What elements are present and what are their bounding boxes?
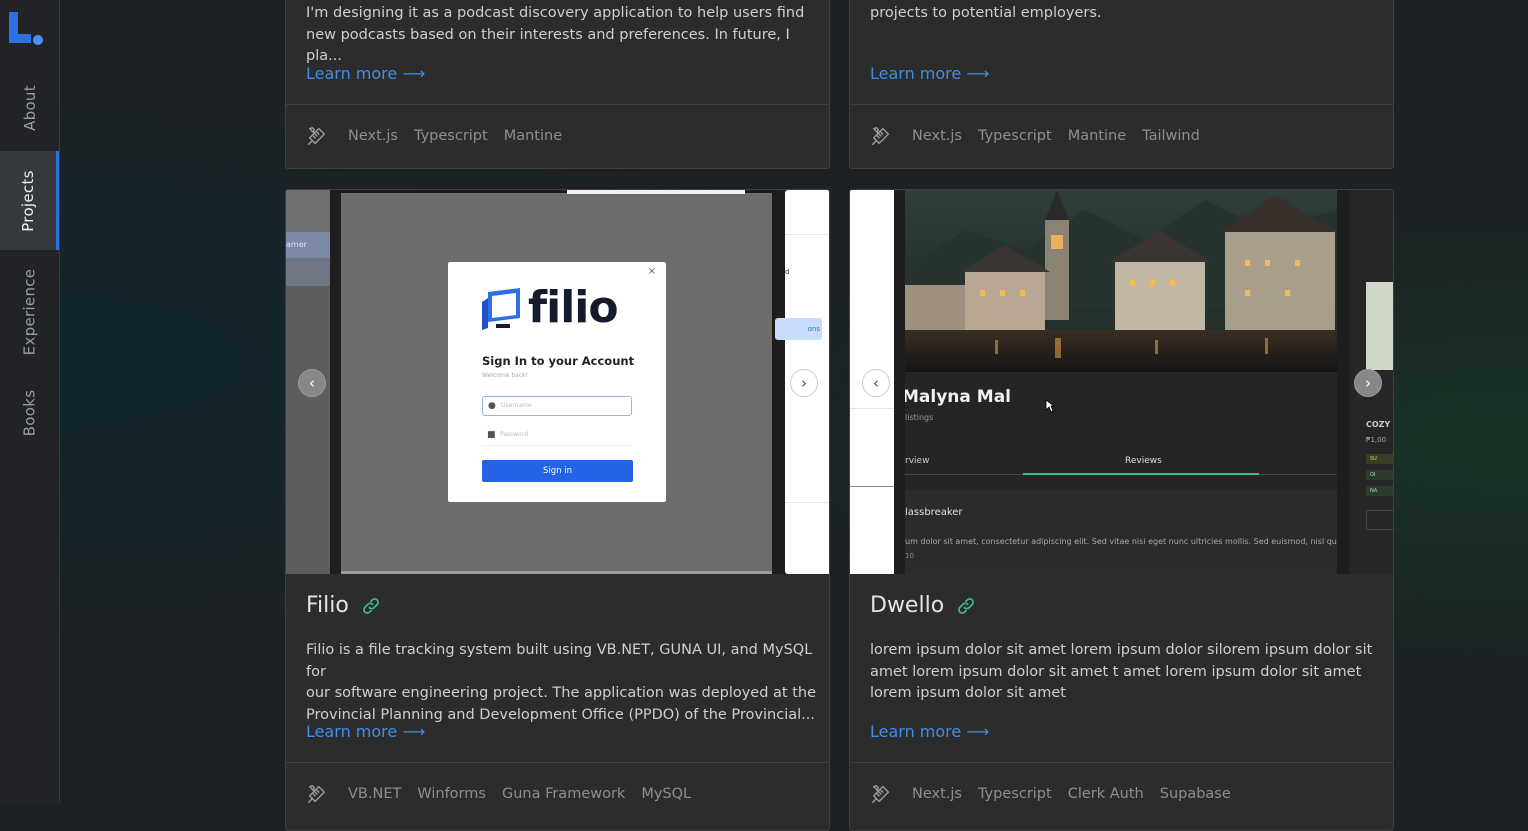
external-link-icon[interactable]	[956, 596, 976, 616]
tech-tag: Typescript	[977, 128, 1052, 144]
review-text: um dolor sit amet, consectetur adipiscin…	[905, 537, 1337, 546]
close-icon: ×	[647, 266, 656, 277]
review-count: 10	[905, 552, 914, 560]
tab-reviews: Reviews	[1125, 456, 1162, 466]
nav-item-projects[interactable]: Projects	[0, 151, 59, 250]
monitor-icon	[482, 288, 520, 330]
peek-tag: NA	[1366, 486, 1393, 496]
carousel-slide-current: Malyna Mal listings rview Reviews lassbr…	[905, 190, 1337, 574]
tech-tags: Next.js Typescript Mantine Tailwind	[870, 125, 1200, 147]
project-title-text: Filio	[306, 593, 349, 618]
project-description-line: I'm designing it as a podcast discovery …	[306, 5, 805, 21]
tech-tag: Next.js	[912, 786, 962, 802]
project-description-line: new podcasts based on their interests an…	[306, 26, 790, 65]
site-logo[interactable]	[9, 12, 45, 46]
reviewer-name: lassbreaker	[905, 507, 963, 518]
divider	[286, 104, 829, 105]
project-title-text: Dwello	[870, 593, 945, 618]
tech-tags: Next.js Typescript Mantine	[306, 125, 562, 147]
town-photo	[905, 190, 1337, 372]
tools-icon	[308, 127, 326, 145]
carousel-slide-current: × filio Sign In to your Account Welcome …	[341, 190, 774, 574]
project-description-line: Filio is a file tracking system built us…	[306, 642, 813, 680]
signin-subheading: Welcome back!	[482, 372, 529, 379]
project-description-line: lorem ipsum dolor sit amet	[870, 685, 1066, 701]
project-title: Dwello	[870, 593, 976, 618]
signin-button-screenshot: Sign in	[482, 460, 633, 482]
screenshot-carousel[interactable]: Malyna Mal listings rview Reviews lassbr…	[850, 190, 1393, 574]
project-description-line: projects to potential employers.	[870, 5, 1102, 21]
tech-tag: Mantine	[1067, 128, 1127, 144]
tech-tag: VB.NET	[348, 786, 402, 802]
user-icon: ●	[488, 401, 496, 411]
tech-tags: VB.NET Winforms Guna Framework MySQL	[306, 783, 691, 805]
project-card-podcast: I'm designing it as a podcast discovery …	[285, 0, 830, 169]
peek-text: COZY	[1366, 420, 1391, 429]
tech-tag: MySQL	[641, 786, 692, 802]
divider	[286, 762, 829, 763]
tools-icon	[308, 785, 326, 803]
learn-more-link[interactable]: Learn more ⟶	[870, 722, 989, 741]
carousel-prev-button[interactable]: ‹	[862, 369, 890, 397]
host-name: Malyna Mal	[905, 387, 1012, 407]
username-field: ● Username	[482, 396, 632, 416]
mouse-cursor-icon	[1045, 399, 1055, 413]
external-link-icon[interactable]	[361, 596, 381, 616]
tech-tag: Typescript	[413, 128, 488, 144]
nav-item-label: Books	[20, 389, 39, 437]
tech-tag: Next.js	[912, 128, 962, 144]
tech-tags: Next.js Typescript Clerk Auth Supabase	[870, 783, 1231, 805]
tools-icon	[872, 785, 890, 803]
nav-item-label: Experience	[20, 268, 39, 356]
learn-more-link[interactable]: Learn more ⟶	[306, 64, 425, 83]
project-description-line: our software engineering project. The ap…	[306, 685, 817, 701]
nav-item-label: Projects	[19, 169, 38, 232]
sidebar: About Projects Experience Books	[0, 0, 60, 803]
project-card-dwello: Malyna Mal listings rview Reviews lassbr…	[849, 189, 1394, 831]
tech-tag: Next.js	[348, 128, 398, 144]
tech-tag: Clerk Auth	[1067, 786, 1144, 802]
peek-text: ₱1,00	[1366, 436, 1387, 444]
carousel-next-button[interactable]: ›	[1354, 369, 1382, 397]
project-description-line: amet lorem ipsum dolor sit amet t amet l…	[870, 663, 1362, 680]
peek-tag: SU	[1366, 454, 1393, 464]
divider	[850, 762, 1393, 763]
filio-logo-text: filio	[528, 282, 619, 333]
carousel-prev-button[interactable]: ‹	[298, 369, 326, 397]
peek-tag: OI	[1366, 470, 1393, 480]
project-title: Filio	[306, 593, 381, 618]
nav-item-experience[interactable]: Experience	[0, 252, 59, 372]
project-card-portfolio: projects to potential employers. Learn m…	[849, 0, 1394, 169]
learn-more-link[interactable]: Learn more ⟶	[306, 722, 425, 741]
peek-text: d	[785, 268, 790, 276]
screenshot-carousel[interactable]: amer D × filio Sign In to your Account W…	[286, 190, 829, 574]
project-description-line: lorem ipsum dolor sit amet lorem ipsum d…	[870, 642, 1373, 658]
lock-icon: ■	[487, 430, 496, 440]
tools-icon	[872, 127, 890, 145]
nav-item-books[interactable]: Books	[0, 372, 59, 454]
tech-tag: Tailwind	[1142, 128, 1200, 144]
listings-label: listings	[905, 413, 934, 422]
tech-tag: Supabase	[1159, 786, 1231, 802]
tech-tag: Guna Framework	[501, 786, 626, 802]
learn-more-link[interactable]: Learn more ⟶	[870, 64, 989, 83]
nav-item-about[interactable]: About	[0, 62, 59, 154]
carousel-next-button[interactable]: ›	[790, 369, 818, 397]
nav-item-label: About	[20, 85, 39, 131]
tab-overview: rview	[905, 456, 930, 466]
divider	[850, 104, 1393, 105]
signin-heading: Sign In to your Account	[482, 354, 635, 368]
peek-text: amer	[286, 240, 307, 249]
project-card-filio: amer D × filio Sign In to your Account W…	[285, 189, 830, 831]
tech-tag: Mantine	[503, 128, 563, 144]
tech-tag: Typescript	[977, 786, 1052, 802]
tech-tag: Winforms	[417, 786, 486, 802]
signin-modal-screenshot: × filio Sign In to your Account Welcome …	[448, 262, 666, 502]
peek-text: ons	[775, 318, 822, 340]
password-field: ■ Password	[482, 426, 632, 446]
